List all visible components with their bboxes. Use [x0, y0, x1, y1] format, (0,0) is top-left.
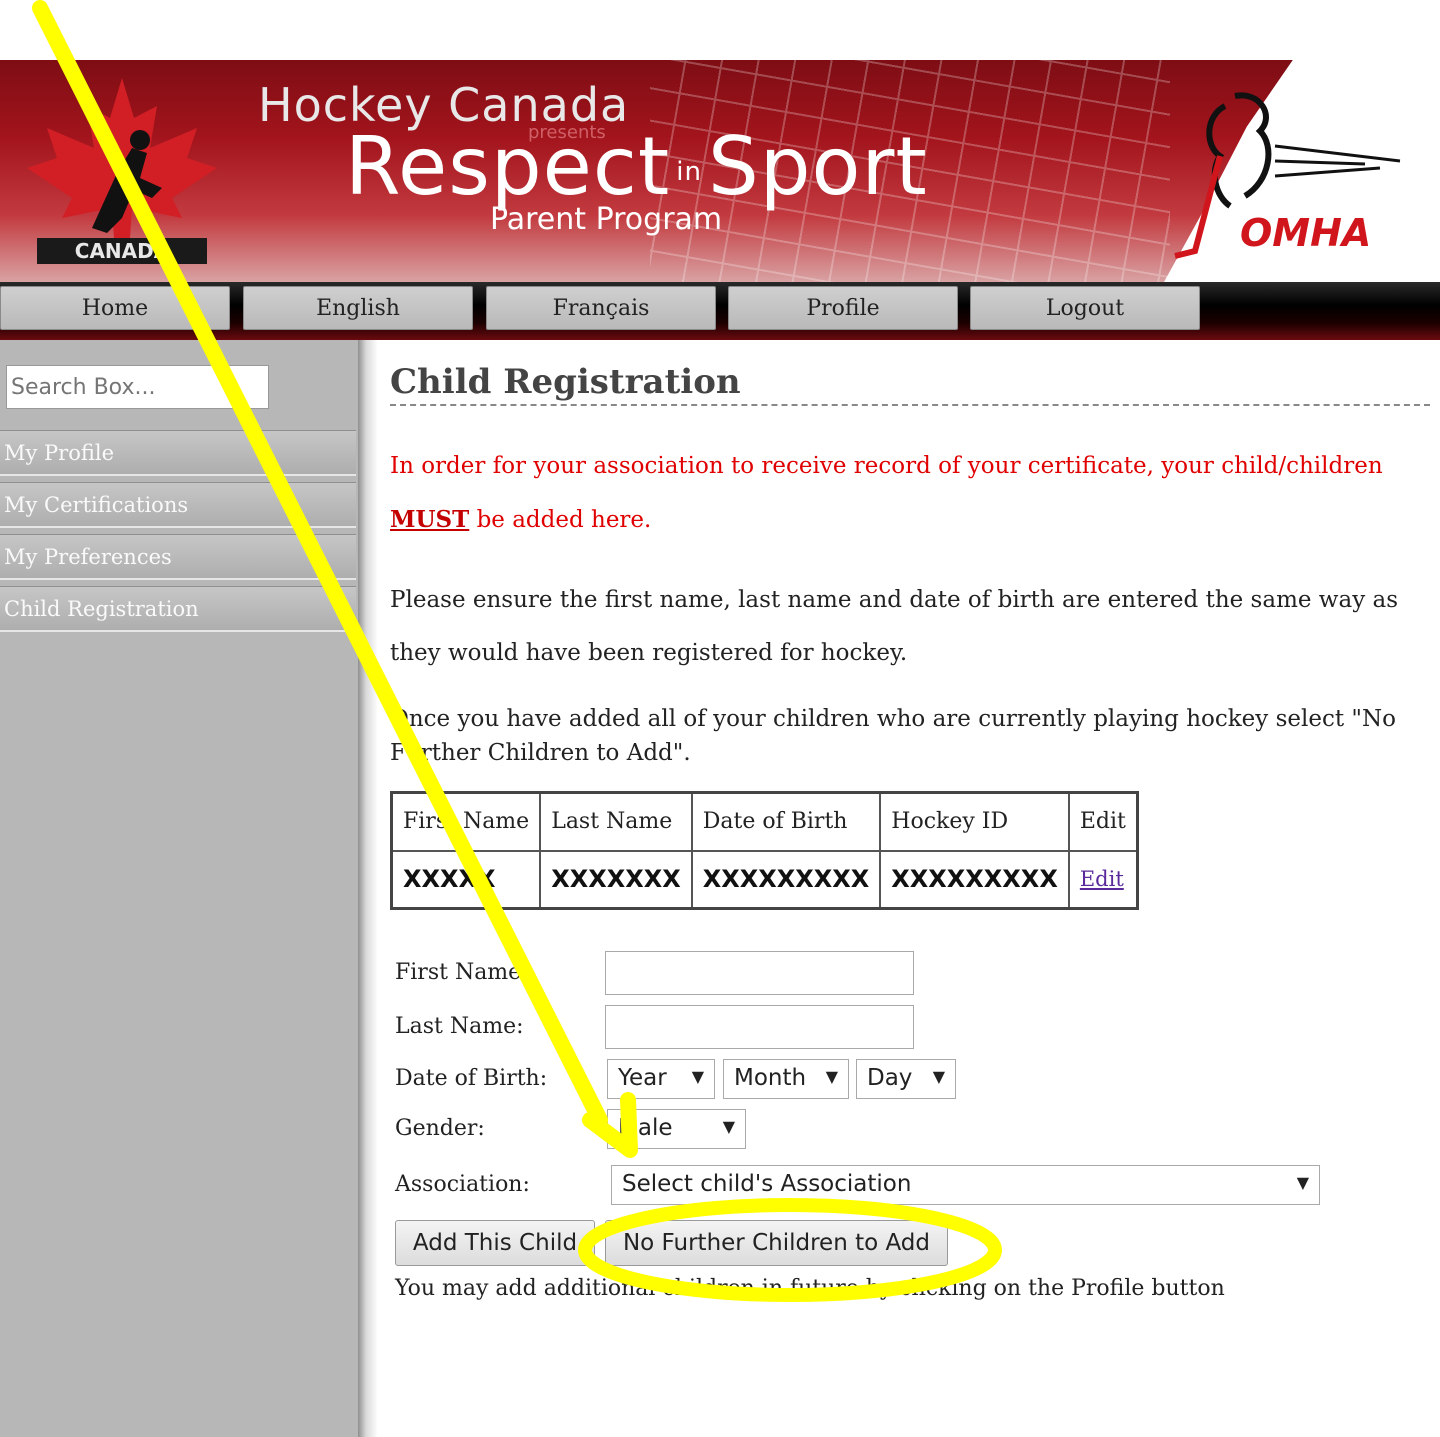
- first-name-field[interactable]: [605, 951, 914, 995]
- notice-rest: be added here.: [476, 507, 652, 533]
- instruction-paragraph-names: Please ensure the first name, last name …: [390, 587, 1399, 666]
- canada-logo-text: CANADA: [75, 239, 170, 263]
- brand-respect: Respect: [345, 120, 671, 213]
- dob-month-select[interactable]: Month ▼: [723, 1059, 849, 1099]
- sidebar-divider: [358, 340, 378, 1437]
- dob-label: Date of Birth:: [395, 1066, 548, 1091]
- add-child-button[interactable]: Add This Child: [395, 1220, 595, 1266]
- association-value: Select child's Association: [622, 1171, 912, 1197]
- title-divider: [390, 404, 1430, 406]
- sidebar-item-my-preferences[interactable]: My Preferences: [0, 534, 356, 580]
- table-cell-first-name: XXXXX: [390, 849, 542, 910]
- brand-sport: Sport: [707, 120, 928, 213]
- instruction-paragraph-finish: Once you have added all of your children…: [390, 706, 1396, 766]
- edit-link[interactable]: Edit: [1080, 867, 1124, 891]
- children-table: First Name Last Name Date of Birth Hocke…: [390, 791, 1139, 910]
- sidebar: My Profile My Certifications My Preferen…: [0, 340, 358, 1437]
- add-later-note: You may add additional children in futur…: [395, 1276, 1225, 1301]
- table-header-first-name: First Name: [390, 791, 542, 852]
- nav-francais-button[interactable]: Français: [486, 286, 716, 330]
- brand-respect-in-sport: Respect inSport: [345, 120, 928, 213]
- notice-must: MUST: [390, 506, 470, 533]
- sidebar-item-my-profile[interactable]: My Profile: [0, 430, 356, 476]
- sidebar-item-my-certifications[interactable]: My Certifications: [0, 482, 356, 528]
- first-name-label: First Name:: [395, 960, 529, 985]
- omha-logo: OMHA: [1174, 92, 1401, 259]
- brand-in: in: [676, 157, 702, 188]
- nav-logout-button[interactable]: Logout: [970, 286, 1200, 330]
- dob-month-value: Month: [734, 1065, 807, 1091]
- dob-year-value: Year: [618, 1065, 667, 1091]
- hockey-canada-logo: CANADA: [27, 78, 217, 264]
- table-cell-hockey-id: XXXXXXXXX: [879, 849, 1070, 910]
- sidebar-item-child-registration[interactable]: Child Registration: [0, 586, 356, 632]
- last-name-label: Last Name:: [395, 1014, 524, 1039]
- search-input[interactable]: [6, 365, 269, 409]
- table-header-dob: Date of Birth: [690, 791, 882, 852]
- page-title: Child Registration: [390, 362, 741, 402]
- table-header-last-name: Last Name: [539, 791, 693, 852]
- chevron-down-icon: ▼: [1296, 1173, 1309, 1192]
- table-cell-last-name: XXXXXXX: [539, 849, 693, 910]
- nav-english-button[interactable]: English: [243, 286, 473, 330]
- chevron-down-icon: ▼: [722, 1117, 735, 1136]
- chevron-down-icon: ▼: [691, 1067, 704, 1086]
- nav-profile-button[interactable]: Profile: [728, 286, 958, 330]
- table-cell-edit: Edit: [1067, 849, 1139, 910]
- nav-home-button[interactable]: Home: [0, 286, 230, 330]
- brand-parent-program: Parent Program: [490, 202, 723, 237]
- table-row: XXXXX XXXXXXX XXXXXXXXX XXXXXXXXX Edit: [390, 849, 1139, 910]
- chevron-down-icon: ▼: [825, 1067, 838, 1086]
- table-header-row: First Name Last Name Date of Birth Hocke…: [390, 791, 1139, 852]
- registration-notice: In order for your association to receive…: [390, 440, 1420, 547]
- site-header: CANADA Hockey Canada presents Respect inS…: [0, 60, 1440, 282]
- dob-day-value: Day: [867, 1065, 913, 1091]
- gender-value: Male: [618, 1115, 673, 1141]
- table-header-hockey-id: Hockey ID: [879, 791, 1070, 852]
- dob-day-select[interactable]: Day ▼: [856, 1059, 956, 1099]
- gender-label: Gender:: [395, 1116, 485, 1141]
- no-further-children-button[interactable]: No Further Children to Add: [605, 1220, 948, 1266]
- last-name-field[interactable]: [605, 1005, 914, 1049]
- table-cell-dob: XXXXXXXXX: [690, 849, 882, 910]
- association-label: Association:: [395, 1172, 530, 1197]
- chevron-down-icon: ▼: [932, 1067, 945, 1086]
- dob-year-select[interactable]: Year ▼: [607, 1059, 715, 1099]
- gender-select[interactable]: Male ▼: [607, 1109, 746, 1149]
- top-navigation: Home English Français Profile Logout: [0, 282, 1440, 340]
- association-select[interactable]: Select child's Association ▼: [611, 1165, 1320, 1205]
- omha-logo-text: OMHA: [1240, 211, 1371, 255]
- table-header-edit: Edit: [1067, 791, 1139, 852]
- notice-text: In order for your association to receive…: [390, 453, 1383, 479]
